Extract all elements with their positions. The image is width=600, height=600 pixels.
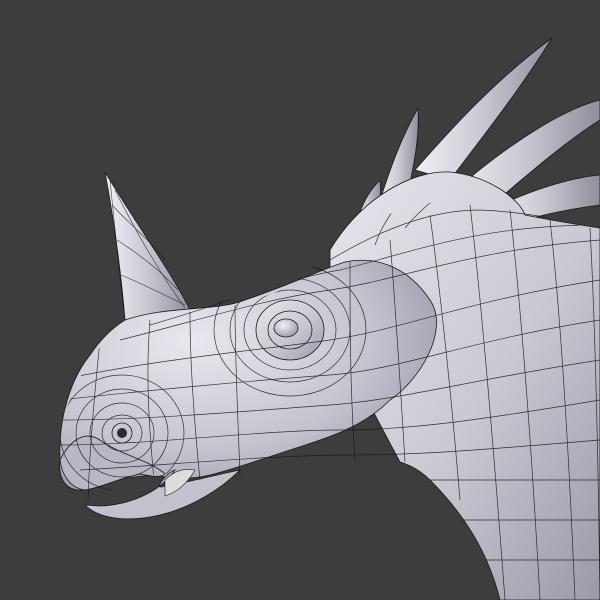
3d-viewport[interactable]: [0, 0, 600, 600]
eye: [255, 299, 325, 361]
nose-horn: [104, 171, 191, 321]
mesh-render: [59, 37, 600, 600]
